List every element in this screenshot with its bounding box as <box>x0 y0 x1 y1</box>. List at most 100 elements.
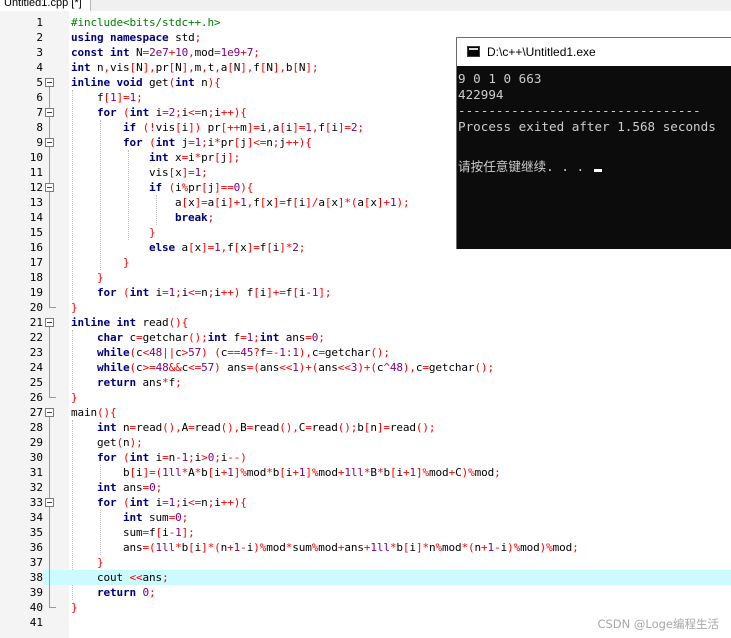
line-number: 8 <box>36 121 43 134</box>
fold-line <box>49 525 50 540</box>
line-number: 5 <box>36 76 43 89</box>
code-line[interactable]: 24 while(c>=48&&c<=57) ans=(ans<<1)+(ans… <box>0 360 731 375</box>
code-text: break; <box>175 211 215 224</box>
code-text: } <box>123 256 130 269</box>
code-line[interactable]: 18 } <box>0 270 731 285</box>
line-number: 22 <box>29 331 43 344</box>
code-line[interactable]: 34 int sum=0; <box>0 510 731 525</box>
code-line[interactable]: 38 cout <<ans; <box>0 570 731 585</box>
console-line: 9 0 1 0 663 <box>458 71 542 86</box>
line-number: 13 <box>29 196 43 209</box>
code-line[interactable]: 32 int ans=0; <box>0 480 731 495</box>
fold-line <box>49 435 50 450</box>
fold-line <box>49 210 50 225</box>
code-text: int x=i*pr[j]; <box>149 151 241 164</box>
code-text: return 0; <box>97 586 156 599</box>
line-number: 32 <box>29 481 43 494</box>
code-line[interactable]: 19 for (int i=1;i<=n;i++) f[i]+=f[i-1]; <box>0 285 731 300</box>
fold-line <box>49 540 50 555</box>
code-line[interactable]: 22 char c=getchar();int f=1;int ans=0; <box>0 330 731 345</box>
line-number: 27 <box>29 406 43 419</box>
line-number: 21 <box>29 316 43 329</box>
code-text: int ans=0; <box>97 481 163 494</box>
line-number: 4 <box>36 61 43 74</box>
fold-minus-icon[interactable] <box>45 408 54 417</box>
line-number: 24 <box>29 361 43 374</box>
code-line[interactable]: 21 inline int read(){ <box>0 315 731 330</box>
code-text: } <box>71 301 78 314</box>
editor-tab-bar: Untitled1.cpp [*] <box>0 0 731 11</box>
code-text: for (int i=1;i<=n;i++) f[i]+=f[i-1]; <box>97 286 332 299</box>
tab-untitled1-cpp[interactable]: Untitled1.cpp [*] <box>0 0 91 11</box>
code-line[interactable]: 39 return 0; <box>0 585 731 600</box>
fold-line <box>49 495 50 498</box>
fold-minus-icon[interactable] <box>45 498 54 507</box>
code-line[interactable]: 36 ans=(1ll*b[i]*(n+1-i)%mod*sum%mod+ans… <box>0 540 731 555</box>
fold-line <box>49 465 50 480</box>
code-text: vis[x]=1; <box>71 166 208 179</box>
code-text: #include<bits/stdc++.h> <box>71 16 221 29</box>
line-number: 41 <box>29 616 43 629</box>
fold-minus-icon[interactable] <box>45 318 54 327</box>
line-number: 2 <box>36 31 43 44</box>
fold-line <box>49 285 50 300</box>
fold-line <box>49 240 50 255</box>
code-line[interactable]: 31 b[i]=(1ll*A*b[i+1]%mod*b[i+1]%mod+1ll… <box>0 465 731 480</box>
console-line: -------------------------------- <box>458 103 701 118</box>
code-line[interactable]: 30 for (int i=n-1;i>0;i--) <box>0 450 731 465</box>
line-number: 23 <box>29 346 43 359</box>
fold-minus-icon[interactable] <box>45 183 54 192</box>
code-line[interactable]: 20} <box>0 300 731 315</box>
code-text: for (int j=1;i*pr[j]<=n;j++){ <box>123 136 312 149</box>
code-text: int n,vis[N],pr[N],m,t,a[N],f[N],b[N]; <box>71 61 319 74</box>
code-text: else a[x]=1,f[x]=f[i]*2; <box>149 241 306 254</box>
code-line[interactable]: 33 for (int i=1;i<=n;i++){ <box>0 495 731 510</box>
code-text: while(c<48||c>57) (c==45?f=-1:1),c=getch… <box>97 346 390 359</box>
code-line[interactable]: 1 #include<bits/stdc++.h> <box>0 15 731 30</box>
line-number: 29 <box>29 436 43 449</box>
fold-line <box>49 420 50 435</box>
fold-line <box>49 105 50 108</box>
line-number: 25 <box>29 376 43 389</box>
fold-line <box>49 360 50 375</box>
fold-minus-icon[interactable] <box>45 108 54 117</box>
console-titlebar[interactable]: D:\c++\Untitled1.exe <box>457 38 731 66</box>
line-number: 28 <box>29 421 43 434</box>
line-number: 33 <box>29 496 43 509</box>
code-text: } <box>71 601 78 614</box>
line-number: 38 <box>0 570 43 585</box>
code-line[interactable]: 40} <box>0 600 731 615</box>
fold-line <box>49 150 50 165</box>
code-text: b[i]=(1ll*A*b[i+1]%mod*b[i+1]%mod+1ll*B*… <box>71 466 501 479</box>
line-number: 37 <box>29 556 43 569</box>
fold-line <box>49 120 50 135</box>
fold-line <box>49 585 50 600</box>
code-line[interactable]: 35 sum=f[i-1]; <box>0 525 731 540</box>
line-number: 10 <box>29 151 43 164</box>
code-text: int sum=0; <box>123 511 189 524</box>
console-window[interactable]: D:\c++\Untitled1.exe 9 0 1 0 663 422994 --… <box>456 37 731 249</box>
code-line[interactable]: 28 int n=read(),A=read(),B=read(),C=read… <box>0 420 731 435</box>
code-text: cout <<ans; <box>71 571 169 584</box>
code-text: inline int read(){ <box>71 316 189 329</box>
code-line[interactable]: 17 } <box>0 255 731 270</box>
code-text: get(n); <box>71 436 143 449</box>
code-text: f[1]=1; <box>71 91 143 104</box>
code-line[interactable]: 37 } <box>0 555 731 570</box>
fold-line <box>49 195 50 210</box>
fold-line <box>49 510 50 525</box>
fold-line <box>49 450 50 465</box>
code-text: while(c>=48&&c<=57) ans=(ans<<1)+(ans<<3… <box>97 361 494 374</box>
code-text: inline void get(int n){ <box>71 76 221 89</box>
code-line[interactable]: 27 main(){ <box>0 405 731 420</box>
code-line[interactable]: 23 while(c<48||c>57) (c==45?f=-1:1),c=ge… <box>0 345 731 360</box>
fold-minus-icon[interactable] <box>45 138 54 147</box>
line-number: 17 <box>29 256 43 269</box>
code-text: a[x]=a[i]+1,f[x]=f[i]/a[x]*(a[x]+1); <box>71 196 410 209</box>
code-line[interactable]: 25 return ans*f; <box>0 375 731 390</box>
code-line[interactable]: 26} <box>0 390 731 405</box>
code-line[interactable]: 29 get(n); <box>0 435 731 450</box>
fold-line <box>49 555 50 570</box>
fold-minus-icon[interactable] <box>45 78 54 87</box>
code-text: } <box>97 271 104 284</box>
